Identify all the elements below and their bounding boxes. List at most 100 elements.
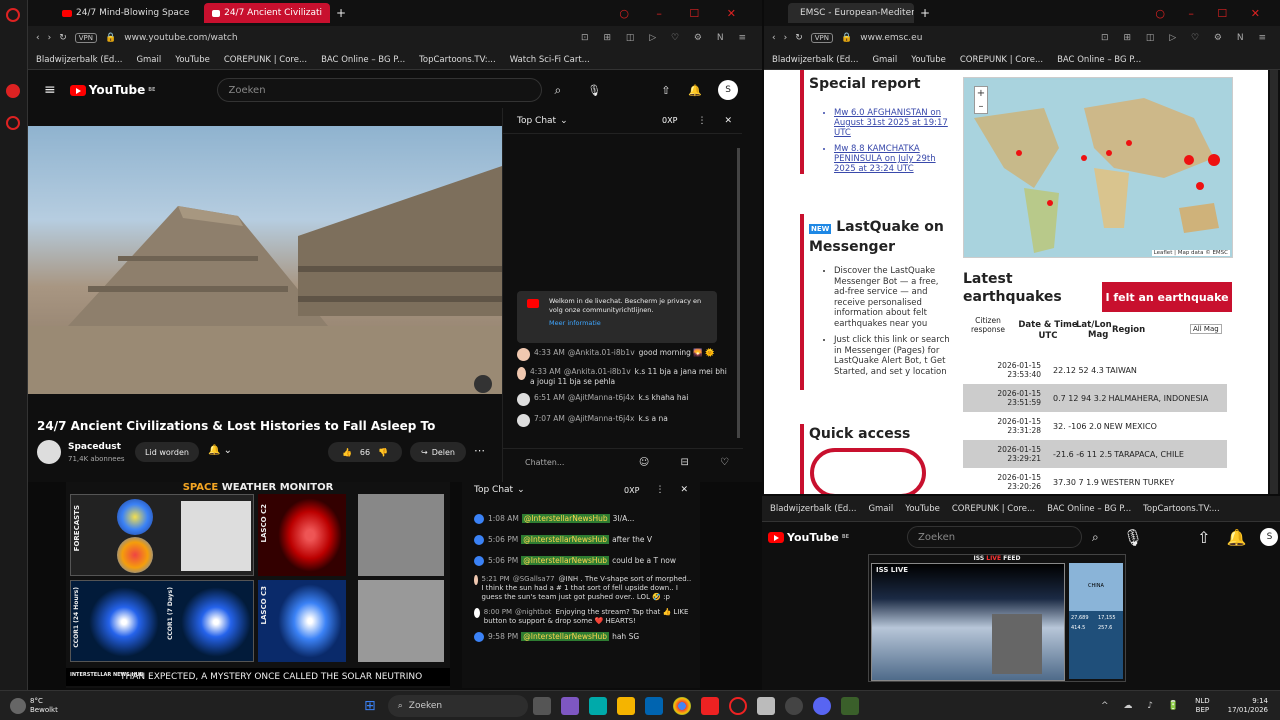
zoom-controls[interactable]: + –	[974, 86, 988, 114]
upload-icon[interactable]: ⇧	[1197, 528, 1210, 547]
back-icon[interactable]: ‹	[772, 33, 776, 43]
url-field[interactable]: www.emsc.eu	[860, 33, 922, 43]
upload-icon[interactable]: ⇧	[661, 84, 670, 97]
table-row[interactable]: 2026-01-15 23:29:21 -21.6 -6 11 2.5 TARAP…	[963, 440, 1227, 468]
app-icon[interactable]	[6, 84, 20, 98]
bell-icon[interactable]: 🔔	[1227, 528, 1247, 547]
file-explorer-icon[interactable]	[616, 696, 635, 715]
youtube-app-icon[interactable]	[700, 696, 719, 715]
table-row[interactable]: 2026-01-15 23:51:59 0.7 12 94 3.2 HALMAHE…	[963, 384, 1227, 412]
chat-input[interactable]: Chatten...	[525, 458, 564, 467]
youtube-logo[interactable]: YouTube BE	[69, 83, 155, 97]
new-tab-icon[interactable]: +	[920, 6, 930, 20]
browser-toolbar-icons[interactable]: ⊡ ⊞ ◫ ▷ ♡ ⚙ N ≡	[1101, 33, 1272, 43]
teams-icon[interactable]	[560, 696, 579, 715]
bookmark-item[interactable]: TopCartoons.TV:...	[419, 55, 496, 65]
search-icon[interactable]: ⌕	[554, 83, 561, 98]
xp-badge[interactable]: 0XP	[662, 116, 677, 125]
chat-mode-label[interactable]: Top Chat	[474, 485, 513, 495]
youtube-logo[interactable]: YouTube BE	[768, 531, 849, 544]
bookmark-item[interactable]: YouTube	[911, 55, 946, 65]
bookmark-item[interactable]: YouTube	[175, 55, 210, 65]
mic-icon[interactable]: 🎙	[1123, 528, 1143, 547]
bell-icon[interactable]: 🔔	[688, 84, 702, 97]
search-input[interactable]: Zoeken	[907, 526, 1083, 548]
bookmark-item[interactable]: COREPUNK | Core...	[224, 55, 307, 65]
clock-icon[interactable]	[6, 116, 20, 130]
window-controls[interactable]: ○ – ☐ ✕	[619, 7, 748, 20]
table-row[interactable]: 2026-01-15 23:53:40 22.12 52 4.3 TAIWAN	[963, 356, 1227, 384]
bookmark-item[interactable]: BAC Online – BG P...	[321, 55, 405, 65]
bookmark-item[interactable]: Gmail	[136, 55, 161, 65]
chat-mode-label[interactable]: Top Chat	[517, 116, 556, 126]
reload-icon[interactable]: ↻	[59, 33, 67, 43]
earthquake-map[interactable]: + – Leaflet | Map data © EMSC	[963, 77, 1233, 258]
outlook-icon[interactable]	[644, 696, 663, 715]
kebab-icon[interactable]: ⋮	[697, 116, 706, 126]
channel-name[interactable]: Spacedust	[68, 442, 121, 452]
app-icon[interactable]	[6, 8, 20, 22]
table-row[interactable]: 2026-01-15 23:20:26 37.30 7 1.9 WESTERN T…	[963, 468, 1227, 494]
bookmark-item[interactable]: BAC Online – BG P...	[1057, 55, 1141, 65]
more-info-link[interactable]: Meer informatie	[549, 319, 709, 328]
chrome-icon[interactable]	[672, 696, 691, 715]
quick-access-icon[interactable]	[810, 448, 926, 494]
weather-widget[interactable]: 8°C Bewolkt	[10, 697, 70, 715]
xp-badge[interactable]: 0XP	[624, 486, 639, 495]
join-button[interactable]: Lid worden	[135, 442, 199, 462]
window-controls[interactable]: ○ – ☐ ✕	[1155, 7, 1270, 20]
clock[interactable]: 9:14 17/01/2026	[1228, 697, 1268, 715]
avatar[interactable]: S	[1260, 528, 1279, 546]
discord-icon[interactable]	[812, 696, 831, 715]
chat-scrollbar[interactable]	[737, 148, 740, 438]
menu-icon[interactable]: ≡	[44, 82, 56, 98]
chevron-down-icon[interactable]: ⌄	[560, 116, 568, 126]
vpn-badge[interactable]: VPN	[810, 33, 834, 43]
close-icon[interactable]: ✕	[724, 116, 732, 126]
bookmark-item[interactable]: Gmail	[868, 504, 893, 514]
bookmark-item[interactable]: Gmail	[872, 55, 897, 65]
tab-ancient[interactable]: 24/7 Ancient Civilizati	[204, 3, 330, 23]
kebab-icon[interactable]: ⋮	[655, 485, 664, 495]
language-indicator[interactable]: NLD BEP	[1195, 697, 1210, 715]
forward-icon[interactable]: ›	[48, 33, 52, 43]
tab-emsc[interactable]: EMSC - European-Mediter	[788, 3, 914, 23]
reload-icon[interactable]: ↻	[795, 33, 803, 43]
search-input[interactable]: Zoeken	[217, 78, 543, 102]
bookmark-item[interactable]: BAC Online – BG P...	[1047, 504, 1131, 514]
page-scrollbar[interactable]	[1270, 70, 1278, 494]
bookmark-item[interactable]: Watch Sci-Fi Cart...	[510, 55, 590, 65]
close-icon[interactable]: ✕	[680, 485, 688, 495]
forward-icon[interactable]: ›	[784, 33, 788, 43]
calculator-icon[interactable]	[756, 696, 775, 715]
back-icon[interactable]: ‹	[36, 33, 40, 43]
url-field[interactable]: www.youtube.com/watch	[124, 33, 237, 43]
bookmark-item[interactable]: TopCartoons.TV:...	[1143, 504, 1220, 514]
bookmark-item[interactable]: Bladwijzerbalk (Ed...	[772, 55, 858, 65]
browser-toolbar-icons[interactable]: ⊡ ⊞ ◫ ▷ ♡ ⚙ N ≡	[581, 33, 752, 43]
share-button[interactable]: ↪ Delen	[410, 442, 466, 462]
bookmark-item[interactable]: COREPUNK | Core...	[960, 55, 1043, 65]
opera-icon[interactable]	[728, 696, 747, 715]
notification-bell-icon[interactable]: 🔔 ⌄	[208, 445, 232, 456]
tray-icons[interactable]: ^ ☁ ♪ 🔋	[1101, 701, 1185, 711]
chevron-down-icon[interactable]: ⌄	[517, 485, 525, 495]
bookmark-item[interactable]: Bladwijzerbalk (Ed...	[770, 504, 856, 514]
channel-avatar[interactable]	[37, 440, 61, 464]
game-icon[interactable]	[840, 696, 859, 715]
chat-action-icons[interactable]: ☺ ⊟ ♡	[639, 457, 743, 468]
task-view-icon[interactable]	[532, 696, 551, 715]
windows-start-icon[interactable]: ⊞	[364, 698, 376, 714]
report-link[interactable]: Mw 6.0 AFGHANISTAN on August 31st 2025 a…	[834, 108, 954, 138]
vpn-badge[interactable]: VPN	[74, 33, 98, 43]
bookmark-item[interactable]: YouTube	[905, 504, 940, 514]
avatar[interactable]: S	[718, 80, 739, 100]
report-link[interactable]: Mw 8.8 KAMCHATKA PENINSULA on July 29th …	[834, 144, 954, 174]
bookmark-item[interactable]: COREPUNK | Core...	[952, 504, 1035, 514]
like-dislike-button[interactable]: 👍 66 👎	[328, 442, 402, 462]
taskbar-search[interactable]: ⌕ Zoeken	[387, 694, 528, 717]
bookmark-item[interactable]: Bladwijzerbalk (Ed...	[36, 55, 122, 65]
search-icon[interactable]: ⌕	[1092, 530, 1099, 545]
new-tab-icon[interactable]: +	[336, 6, 346, 20]
steam-icon[interactable]	[784, 696, 803, 715]
